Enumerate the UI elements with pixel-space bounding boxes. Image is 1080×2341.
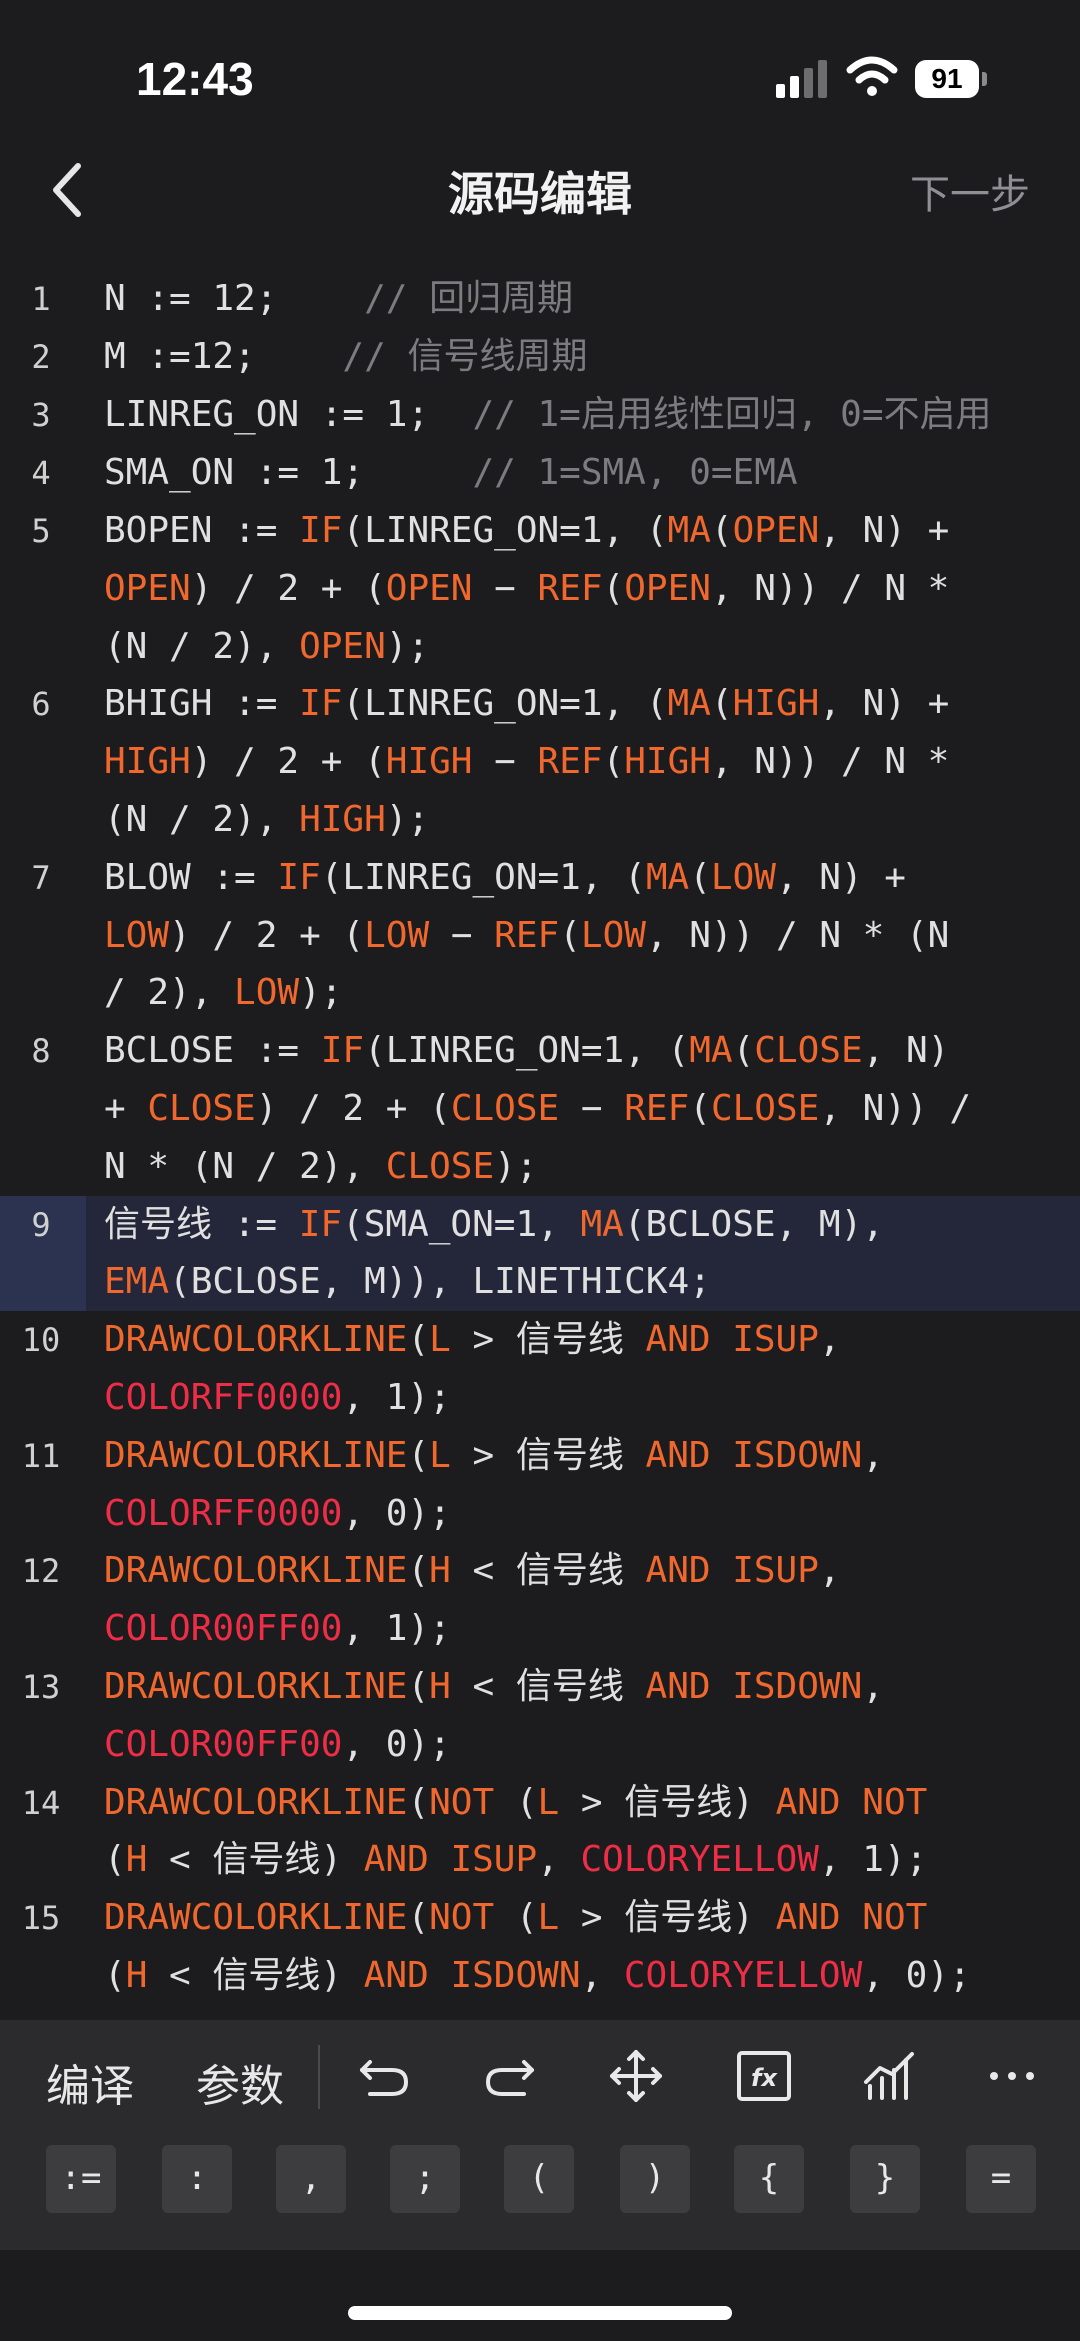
symbol-key[interactable]: } — [850, 2145, 920, 2213]
line-number: 13 — [21, 1667, 61, 1706]
code-text[interactable]: DRAWCOLORKLINE(NOT (L > 信号线) AND NOT (H … — [86, 1774, 1080, 1890]
code-text[interactable]: DRAWCOLORKLINE(NOT (L > 信号线) AND NOT (H … — [86, 1889, 1080, 2005]
svg-text:fx: fx — [751, 2064, 778, 2092]
code-text[interactable]: SMA_ON := 1; // 1=SMA, 0=EMA — [86, 444, 1080, 502]
code-line[interactable]: 1 N := 12; // 回归周期 — [0, 270, 1080, 328]
code-line[interactable]: 2 M :=12; // 信号线周期 — [0, 328, 1080, 386]
code-text[interactable]: LINREG_ON := 1; // 1=启用线性回归, 0=不启用 — [86, 386, 1080, 444]
symbol-key[interactable]: = — [966, 2145, 1036, 2213]
line-number: 11 — [21, 1436, 61, 1475]
line-number: 6 — [31, 685, 51, 724]
code-text[interactable]: BLOW := IF(LINREG_ON=1, (MA(LOW, N) + LO… — [86, 849, 1080, 1022]
code-line[interactable]: 7 BLOW := IF(LINREG_ON=1, (MA(LOW, N) + L… — [0, 849, 1080, 1022]
code-text[interactable]: DRAWCOLORKLINE(H < 信号线 AND ISDOWN, COLOR… — [86, 1658, 1080, 1774]
status-time: 12:43 — [136, 53, 254, 105]
params-button[interactable]: 参数 — [196, 2050, 284, 2114]
code-text[interactable]: N := 12; // 回归周期 — [86, 270, 1080, 328]
line-number: 10 — [21, 1321, 61, 1360]
code-text[interactable]: M :=12; // 信号线周期 — [86, 328, 1080, 386]
code-text[interactable]: DRAWCOLORKLINE(L > 信号线 AND ISUP, COLORFF… — [86, 1311, 1080, 1427]
code-line[interactable]: 15 DRAWCOLORKLINE(NOT (L > 信号线) AND NOT (… — [0, 1889, 1080, 2005]
code-text[interactable]: BOPEN := IF(LINREG_ON=1, (MA(OPEN, N) + … — [86, 502, 1080, 675]
code-line[interactable]: 6 BHIGH := IF(LINREG_ON=1, (MA(HIGH, N) +… — [0, 675, 1080, 848]
function-fx-icon[interactable]: fx — [736, 2048, 792, 2104]
editor-toolbar — [0, 2020, 1080, 2142]
code-line[interactable]: 14 DRAWCOLORKLINE(NOT (L > 信号线) AND NOT (… — [0, 1774, 1080, 1890]
line-number: 9 — [0, 1195, 86, 1312]
symbol-key[interactable]: ( — [504, 2145, 574, 2213]
indicator-chart-icon[interactable] — [862, 2048, 918, 2104]
home-indicator — [348, 2306, 732, 2320]
code-editor[interactable]: 1 N := 12; // 回归周期 2 M :=12; // 信号线周期 3 LINRE… — [0, 270, 1080, 2015]
line-number: 15 — [21, 1899, 61, 1938]
symbol-key[interactable]: : — [162, 2145, 232, 2213]
code-text[interactable]: DRAWCOLORKLINE(H < 信号线 AND ISUP, COLOR00… — [86, 1542, 1080, 1658]
code-line[interactable]: 11 DRAWCOLORKLINE(L > 信号线 AND ISDOWN, COL… — [0, 1427, 1080, 1543]
battery-level: 91 — [915, 60, 979, 98]
symbol-key[interactable]: ; — [390, 2145, 460, 2213]
cellular-signal-icon — [776, 60, 827, 98]
code-text[interactable]: DRAWCOLORKLINE(L > 信号线 AND ISDOWN, COLOR… — [86, 1427, 1080, 1543]
code-line[interactable]: 5 BOPEN := IF(LINREG_ON=1, (MA(OPEN, N) +… — [0, 502, 1080, 675]
next-step-button[interactable]: 下一步 — [910, 162, 1030, 220]
code-line[interactable]: 10 DRAWCOLORKLINE(L > 信号线 AND ISUP, COLOR… — [0, 1311, 1080, 1427]
status-bar: 12:43 91 — [0, 0, 1080, 150]
line-number: 5 — [31, 512, 51, 550]
code-text[interactable]: 信号线 := IF(SMA_ON=1, MA(BCLOSE, M), EMA(B… — [86, 1196, 1080, 1312]
symbol-key[interactable]: , — [276, 2145, 346, 2213]
code-line[interactable]: 4 SMA_ON := 1; // 1=SMA, 0=EMA — [0, 444, 1080, 502]
line-number: 2 — [31, 338, 51, 376]
line-number: 4 — [31, 454, 51, 492]
code-text[interactable]: BHIGH := IF(LINREG_ON=1, (MA(HIGH, N) + … — [86, 675, 1080, 848]
more-icon[interactable] — [984, 2048, 1040, 2104]
code-line[interactable]: 13 DRAWCOLORKLINE(H < 信号线 AND ISDOWN, COL… — [0, 1658, 1080, 1774]
code-line[interactable]: 12 DRAWCOLORKLINE(H < 信号线 AND ISUP, COLOR… — [0, 1542, 1080, 1658]
battery-icon: 91 — [915, 60, 987, 98]
line-number: 1 — [31, 280, 51, 318]
move-cursor-icon[interactable] — [608, 2048, 664, 2104]
wifi-icon — [846, 56, 898, 96]
undo-icon[interactable] — [356, 2048, 412, 2104]
line-number: 3 — [31, 396, 51, 434]
symbol-key[interactable]: ) — [620, 2145, 690, 2213]
symbol-key[interactable]: { — [734, 2145, 804, 2213]
line-number: 12 — [21, 1552, 61, 1591]
toolbar-divider — [318, 2045, 320, 2109]
code-line[interactable]: 8 BCLOSE := IF(LINREG_ON=1, (MA(CLOSE, N)… — [0, 1022, 1080, 1195]
code-line[interactable]: 9 信号线 := IF(SMA_ON=1, MA(BCLOSE, M), EMA(… — [0, 1195, 1080, 1312]
line-number: 8 — [31, 1032, 51, 1071]
symbol-key[interactable]: := — [46, 2145, 116, 2213]
line-number: 14 — [21, 1783, 61, 1822]
compile-button[interactable]: 编译 — [46, 2050, 134, 2114]
code-line[interactable]: 3 LINREG_ON := 1; // 1=启用线性回归, 0=不启用 — [0, 386, 1080, 444]
redo-icon[interactable] — [482, 2048, 538, 2104]
code-text[interactable]: BCLOSE := IF(LINREG_ON=1, (MA(CLOSE, N) … — [86, 1022, 1080, 1195]
line-number: 7 — [31, 858, 51, 897]
